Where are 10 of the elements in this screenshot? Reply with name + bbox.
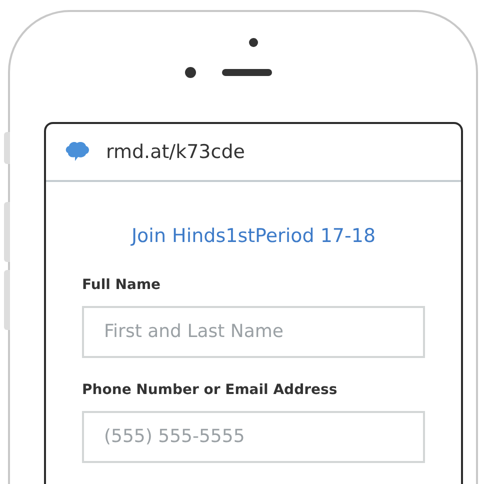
camera-icon bbox=[249, 38, 258, 47]
field-label: Phone Number or Email Address bbox=[82, 380, 338, 400]
input-field[interactable]: (555) 555-5555 bbox=[82, 410, 425, 462]
url-text: rmd.at/k73cde bbox=[106, 140, 245, 165]
lens-icon bbox=[185, 67, 196, 78]
brain-icon bbox=[64, 141, 90, 163]
field-label: Full Name bbox=[82, 276, 162, 294]
input-field[interactable]: First and Last Name bbox=[82, 306, 425, 358]
speaker-icon bbox=[222, 69, 272, 76]
form-title: Join Hinds1stPeriod 17-18 bbox=[130, 224, 377, 249]
